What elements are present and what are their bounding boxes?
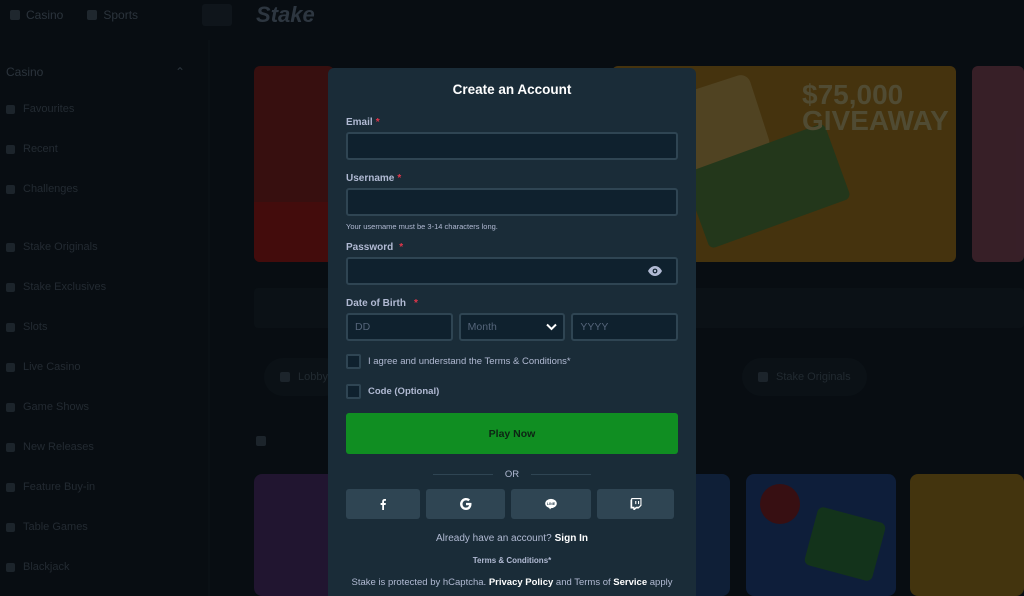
twitch-icon <box>630 498 641 510</box>
svg-text:LINE: LINE <box>547 502 556 506</box>
terms-of-service-link[interactable]: Service <box>613 577 647 588</box>
captcha-notice: Stake is protected by hCaptcha. Privacy … <box>351 577 673 588</box>
code-checkbox-label: Code (Optional) <box>368 385 440 397</box>
dob-month-select[interactable]: Month <box>458 313 566 341</box>
username-label: Username * <box>346 173 402 184</box>
terms-checkbox[interactable] <box>346 353 361 369</box>
facebook-icon <box>380 499 386 510</box>
or-text: OR <box>504 468 520 480</box>
play-now-button[interactable]: Play Now <box>346 413 678 454</box>
signin-row: Already have an account? Sign In <box>346 532 678 546</box>
eye-icon[interactable] <box>648 266 662 276</box>
email-field[interactable] <box>346 132 678 160</box>
line-icon: LINE <box>545 498 557 510</box>
social-login-row: LINE <box>346 489 678 519</box>
divider-line <box>432 473 493 475</box>
google-icon <box>459 498 471 510</box>
password-label: Password * <box>346 242 404 253</box>
modal-title: Create an Account <box>452 82 572 97</box>
required-marker: * <box>399 242 404 253</box>
required-marker: * <box>414 298 418 309</box>
code-checkbox[interactable] <box>346 383 361 399</box>
line-login-button[interactable]: LINE <box>511 489 591 519</box>
create-account-modal: Create an Account Email * Username * Your … <box>328 68 696 596</box>
privacy-policy-link[interactable]: Privacy Policy <box>489 577 553 588</box>
required-marker: * <box>397 173 402 184</box>
twitch-login-button[interactable] <box>597 489 674 519</box>
dob-day-field[interactable]: DD <box>346 313 453 341</box>
signin-prompt: Already have an account? <box>436 533 552 544</box>
required-marker: * <box>375 117 380 128</box>
dob-label: Date of Birth * <box>346 298 418 309</box>
facebook-login-button[interactable] <box>346 489 420 519</box>
username-hint: Your username must be 3-14 characters lo… <box>346 222 498 231</box>
password-field[interactable] <box>346 257 678 285</box>
terms-link[interactable]: Terms & Conditions* <box>346 555 678 567</box>
terms-checkbox-label: I agree and understand the Terms & Condi… <box>368 355 571 367</box>
google-login-button[interactable] <box>426 489 505 519</box>
or-divider: OR <box>346 468 678 480</box>
signin-link[interactable]: Sign In <box>555 533 588 544</box>
dob-year-field[interactable]: YYYY <box>571 313 679 341</box>
dob-row: DD Month YYYY <box>346 313 679 341</box>
divider-line <box>531 473 592 475</box>
terms-checkbox-row: I agree and understand the Terms & Condi… <box>346 353 678 369</box>
email-label: Email * <box>346 117 380 128</box>
code-checkbox-row: Code (Optional) <box>346 383 678 399</box>
username-field[interactable] <box>346 188 678 216</box>
chevron-down-icon <box>546 323 558 331</box>
